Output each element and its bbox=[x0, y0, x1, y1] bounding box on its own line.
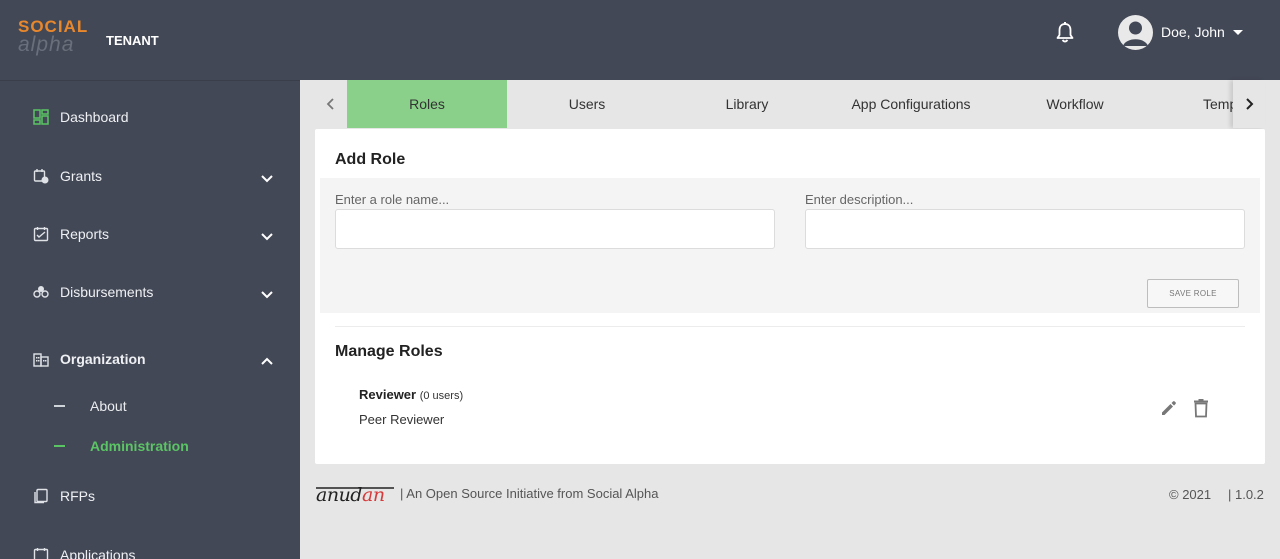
grants-icon bbox=[33, 168, 49, 184]
chevron-down-icon[interactable] bbox=[260, 171, 274, 183]
footer-version: | 1.0.2 bbox=[1228, 487, 1264, 502]
chevron-down-icon[interactable] bbox=[260, 229, 274, 241]
dashboard-icon bbox=[33, 109, 49, 125]
tab-app-configurations[interactable]: App Configurations bbox=[827, 80, 995, 128]
footer-tagline: | An Open Source Initiative from Social … bbox=[400, 486, 659, 501]
description-label: Enter description... bbox=[805, 192, 914, 207]
role-name: Reviewer (0 users) bbox=[359, 387, 463, 402]
sidebar-item-grants[interactable]: Grants bbox=[0, 156, 300, 196]
tab-users[interactable]: Users bbox=[507, 80, 667, 128]
tab-roles[interactable]: Roles bbox=[347, 80, 507, 128]
sidebar-item-organization[interactable]: Organization bbox=[0, 339, 300, 379]
roles-panel: Add Role Enter a role name... Enter desc… bbox=[315, 129, 1265, 464]
reports-icon bbox=[33, 226, 49, 242]
role-description: Peer Reviewer bbox=[359, 412, 445, 427]
add-role-title: Add Role bbox=[335, 151, 406, 168]
sidebar-item-rfps[interactable]: RFPs bbox=[0, 476, 300, 516]
dash-icon bbox=[54, 405, 65, 407]
description-input[interactable] bbox=[805, 209, 1245, 249]
tab-workflow[interactable]: Workflow bbox=[995, 80, 1155, 128]
sidebar-item-label: Dashboard bbox=[60, 109, 129, 125]
sidebar-subitem-label: Administration bbox=[90, 438, 189, 454]
footer-copyright: © 2021 bbox=[1169, 487, 1212, 502]
sidebar-item-reports[interactable]: Reports bbox=[0, 214, 300, 254]
sidebar: Dashboard Grants Reports Disbursements O… bbox=[0, 80, 300, 559]
role-name-input[interactable] bbox=[335, 209, 775, 249]
sidebar-item-label: Grants bbox=[60, 168, 103, 184]
sidebar-item-label: Organization bbox=[60, 351, 146, 367]
rfps-icon bbox=[33, 488, 49, 504]
delete-icon[interactable] bbox=[1190, 397, 1212, 419]
user-menu[interactable]: Doe, John bbox=[1118, 14, 1243, 50]
dash-icon bbox=[54, 445, 65, 447]
top-header: SOCIAL alpha TENANT Doe, John bbox=[0, 0, 1280, 80]
sidebar-subitem-about[interactable]: About bbox=[0, 391, 300, 421]
chevron-down-icon[interactable] bbox=[260, 287, 274, 299]
bell-icon[interactable] bbox=[1055, 22, 1075, 44]
save-role-button[interactable]: SAVE ROLE bbox=[1147, 279, 1239, 308]
tab-scroll-right-icon[interactable] bbox=[1233, 80, 1265, 128]
sidebar-subitem-label: About bbox=[90, 398, 127, 414]
user-avatar-icon bbox=[1118, 14, 1153, 50]
add-role-form: Enter a role name... Enter description..… bbox=[320, 178, 1260, 313]
sidebar-item-label: RFPs bbox=[60, 488, 95, 504]
tab-library[interactable]: Library bbox=[667, 80, 827, 128]
user-name: Doe, John bbox=[1161, 24, 1225, 40]
applications-icon bbox=[33, 547, 49, 559]
sidebar-subitem-administration[interactable]: Administration bbox=[0, 431, 300, 461]
role-name-text: Reviewer bbox=[359, 387, 417, 402]
anudan-logo: anud an bbox=[316, 482, 394, 506]
admin-tab-bar: Roles Users Library App Configurations W… bbox=[315, 80, 1265, 128]
manage-roles-title: Manage Roles bbox=[335, 343, 443, 360]
role-user-count: (0 users) bbox=[419, 390, 464, 402]
edit-icon[interactable] bbox=[1158, 397, 1180, 419]
sidebar-item-label: Applications bbox=[60, 547, 136, 559]
sidebar-item-disbursements[interactable]: Disbursements bbox=[0, 272, 300, 312]
tenant-label: TENANT bbox=[106, 33, 159, 48]
social-alpha-logo[interactable]: SOCIAL alpha bbox=[18, 18, 94, 58]
tab-scroll-left-icon[interactable] bbox=[315, 80, 347, 128]
sidebar-item-label: Reports bbox=[60, 226, 110, 242]
tab-templates[interactable]: Templates bbox=[1155, 80, 1233, 128]
sidebar-item-dashboard[interactable]: Dashboard bbox=[0, 97, 300, 137]
organization-icon bbox=[33, 351, 49, 367]
caret-down-icon bbox=[1232, 29, 1243, 35]
logo-line-2: alpha bbox=[18, 33, 75, 56]
role-name-label: Enter a role name... bbox=[335, 192, 450, 207]
disbursements-icon bbox=[33, 284, 49, 300]
section-divider bbox=[335, 326, 1245, 327]
sidebar-item-applications[interactable]: Applications bbox=[0, 535, 300, 559]
chevron-up-icon[interactable] bbox=[260, 354, 274, 365]
sidebar-item-label: Disbursements bbox=[60, 284, 154, 300]
